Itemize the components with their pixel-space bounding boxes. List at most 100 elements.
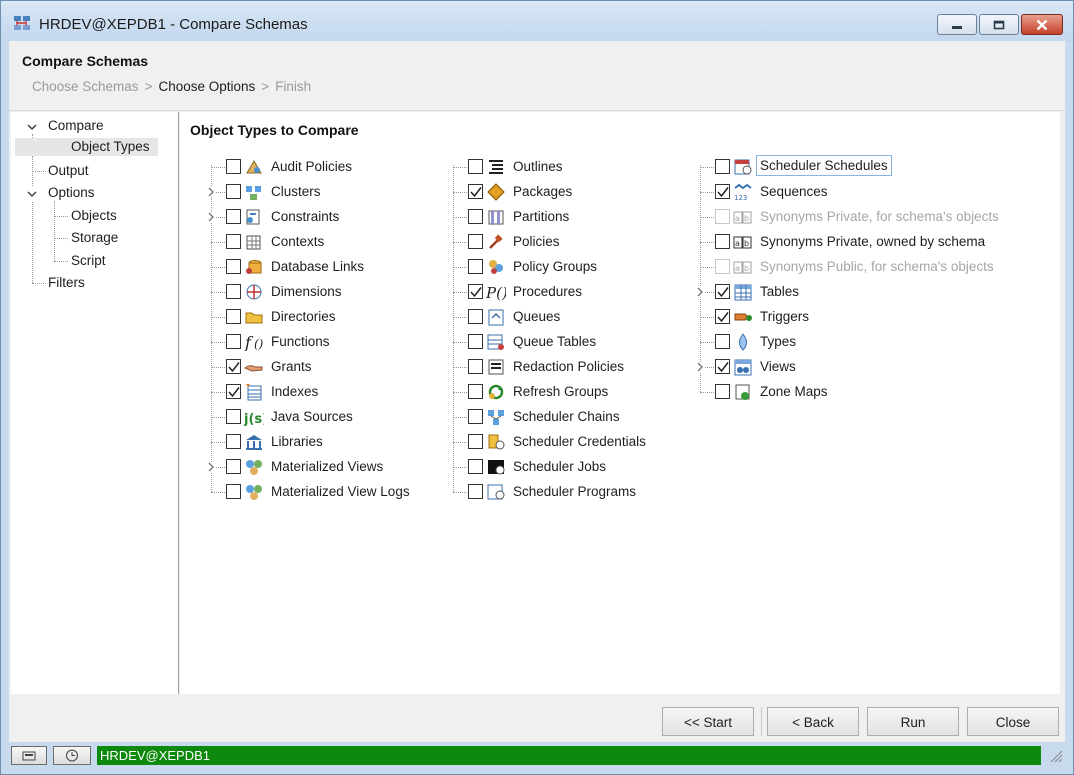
procedures-icon: P()	[486, 284, 506, 301]
packages-checkbox[interactable]	[468, 184, 483, 199]
constraints-checkbox[interactable]	[226, 209, 241, 224]
directories-icon	[245, 312, 263, 324]
minimize-icon	[952, 25, 962, 29]
close-button[interactable]: Close	[967, 707, 1059, 736]
status-cell-1[interactable]	[11, 746, 47, 765]
run-button[interactable]: Run	[867, 707, 959, 736]
scheduler-chains-checkbox[interactable]	[468, 409, 483, 424]
chevron-right-icon[interactable]	[695, 362, 705, 372]
packages-icon	[487, 183, 505, 201]
libraries-checkbox[interactable]	[226, 434, 241, 449]
materialized-view-logs-label: Materialized View Logs	[271, 484, 410, 499]
functions-icon: f()	[244, 333, 264, 351]
partitions-icon	[488, 210, 504, 225]
directories-checkbox[interactable]	[226, 309, 241, 324]
audit-policies-checkbox[interactable]	[226, 159, 241, 174]
tree-item-options[interactable]: Options	[48, 185, 95, 200]
svg-text:a: a	[735, 214, 740, 223]
chevron-down-icon[interactable]	[27, 122, 37, 132]
svg-text:a: a	[735, 239, 740, 248]
views-checkbox[interactable]	[715, 359, 730, 374]
grants-label: Grants	[271, 359, 312, 374]
sequences-checkbox[interactable]	[715, 184, 730, 199]
refresh-groups-label: Refresh Groups	[513, 384, 609, 399]
chevron-right-icon[interactable]	[695, 287, 705, 297]
database-links-checkbox[interactable]	[226, 259, 241, 274]
types-label: Types	[760, 334, 797, 349]
tree-item-output[interactable]: Output	[48, 163, 89, 178]
tree-item-compare[interactable]: Compare	[48, 118, 104, 133]
triggers-checkbox[interactable]	[715, 309, 730, 324]
policies-label: Policies	[513, 234, 560, 249]
tree-item-storage[interactable]: Storage	[71, 230, 118, 245]
checkmark-icon	[717, 362, 729, 373]
java-sources-checkbox[interactable]	[226, 409, 241, 424]
synonyms-private-owned-by-schema-checkbox[interactable]	[715, 234, 730, 249]
zone-maps-label: Zone Maps	[760, 384, 828, 399]
refresh-groups-checkbox[interactable]	[468, 384, 483, 399]
breadcrumb-choose-schemas: Choose Schemas	[32, 79, 139, 94]
scheduler-schedules-checkbox[interactable]	[715, 159, 730, 174]
scheduler-programs-checkbox[interactable]	[468, 484, 483, 499]
synonyms-private-owned-by-schema-label: Synonyms Private, owned by schema	[760, 234, 986, 249]
chevron-right-icon[interactable]	[206, 212, 216, 222]
scheduler-credentials-label: Scheduler Credentials	[513, 434, 646, 449]
contexts-checkbox[interactable]	[226, 234, 241, 249]
types-checkbox[interactable]	[715, 334, 730, 349]
svg-text:123: 123	[734, 194, 747, 201]
policy-groups-checkbox[interactable]	[468, 259, 483, 274]
packages-label: Packages	[513, 184, 573, 199]
tables-checkbox[interactable]	[715, 284, 730, 299]
start-button[interactable]: << Start	[662, 707, 754, 736]
queues-label: Queues	[513, 309, 561, 324]
wizard-footer: << Start < Back Run Close	[9, 694, 1065, 742]
title-bar[interactable]: HRDEV@XEPDB1 - Compare Schemas	[1, 1, 1073, 41]
audit-policies-label: Audit Policies	[271, 159, 353, 174]
scheduler-schedules-icon	[734, 159, 752, 175]
outlines-checkbox[interactable]	[468, 159, 483, 174]
queues-checkbox[interactable]	[468, 309, 483, 324]
materialized-views-checkbox[interactable]	[226, 459, 241, 474]
status-cell-2[interactable]	[53, 746, 91, 765]
chevron-right-icon[interactable]	[206, 462, 216, 472]
tree-item-objects[interactable]: Objects	[71, 208, 117, 223]
scheduler-chains-label: Scheduler Chains	[513, 409, 620, 424]
synonyms-icon: ab	[733, 236, 752, 249]
back-button[interactable]: < Back	[767, 707, 859, 736]
grants-checkbox[interactable]	[226, 359, 241, 374]
checkmark-icon	[228, 362, 240, 373]
scheduler-schedules-label: Scheduler Schedules	[756, 155, 892, 176]
scheduler-credentials-checkbox[interactable]	[468, 434, 483, 449]
partitions-checkbox[interactable]	[468, 209, 483, 224]
minimize-button[interactable]	[937, 14, 977, 35]
policies-checkbox[interactable]	[468, 234, 483, 249]
indexes-label: Indexes	[271, 384, 319, 399]
tree-item-filters[interactable]: Filters	[48, 275, 85, 290]
clusters-checkbox[interactable]	[226, 184, 241, 199]
procedures-checkbox[interactable]	[468, 284, 483, 299]
dimensions-checkbox[interactable]	[226, 284, 241, 299]
indexes-checkbox[interactable]	[226, 384, 241, 399]
redaction-policies-checkbox[interactable]	[468, 359, 483, 374]
queue-tables-icon	[487, 334, 504, 350]
outlines-label: Outlines	[513, 159, 563, 174]
chevron-down-icon[interactable]	[27, 189, 37, 199]
close-window-button[interactable]	[1021, 14, 1063, 35]
tree-item-object-types[interactable]: Object Types	[15, 138, 158, 156]
tree-item-script[interactable]: Script	[71, 253, 106, 268]
wizard-title: Compare Schemas	[22, 53, 149, 69]
materialized-views-icon	[246, 460, 262, 475]
scheduler-jobs-checkbox[interactable]	[468, 459, 483, 474]
synonyms-public-for-schema-s-objects-checkbox	[715, 259, 730, 274]
zone-maps-checkbox[interactable]	[715, 384, 730, 399]
connection-status: HRDEV@XEPDB1	[97, 746, 1041, 765]
functions-checkbox[interactable]	[226, 334, 241, 349]
partitions-label: Partitions	[513, 209, 570, 224]
materialized-view-logs-checkbox[interactable]	[226, 484, 241, 499]
chevron-right-icon[interactable]	[206, 187, 216, 197]
maximize-button[interactable]	[979, 14, 1019, 35]
queue-tables-checkbox[interactable]	[468, 334, 483, 349]
policy-groups-label: Policy Groups	[513, 259, 598, 274]
resize-grip-icon[interactable]	[1047, 747, 1063, 763]
synonyms-private-for-schema-s-objects-label: Synonyms Private, for schema's objects	[760, 209, 999, 224]
